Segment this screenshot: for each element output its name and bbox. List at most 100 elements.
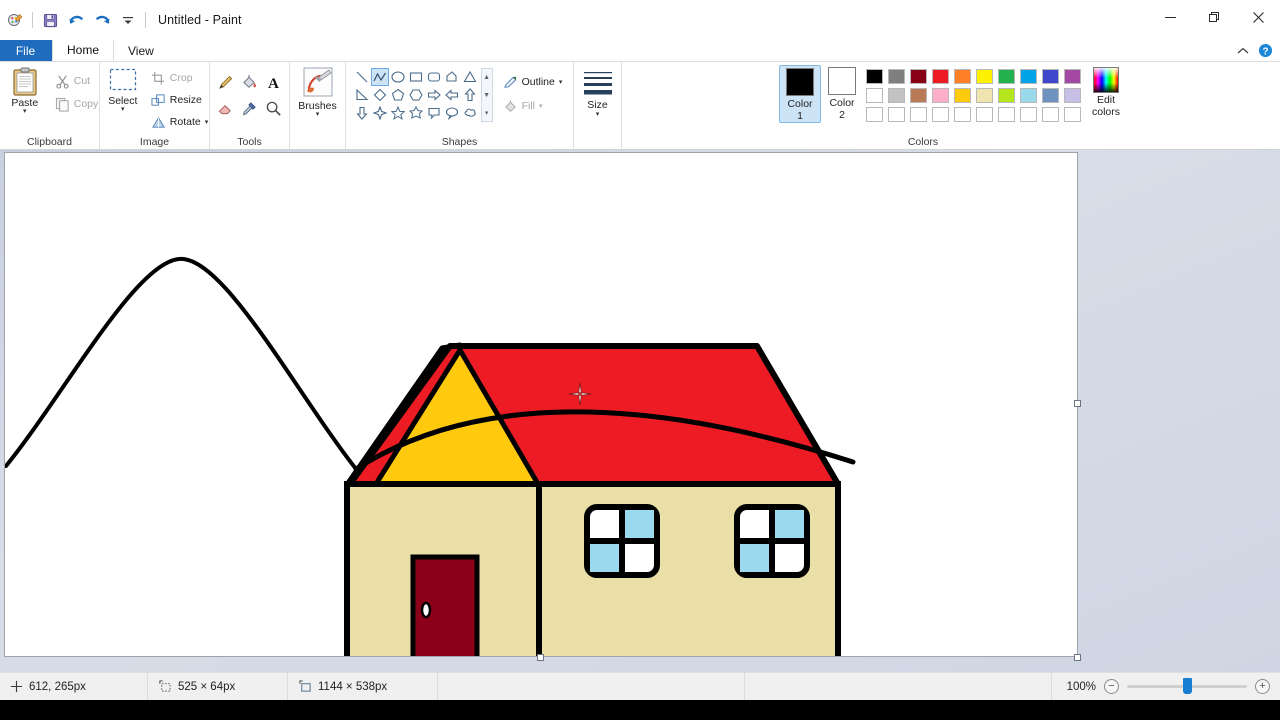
pencil-tool-icon[interactable] bbox=[215, 71, 237, 93]
color-swatch-r1-c4[interactable] bbox=[929, 67, 951, 86]
tab-home[interactable]: Home bbox=[52, 40, 115, 61]
color2-button[interactable]: Color 2 bbox=[821, 65, 863, 121]
shape-oval[interactable] bbox=[389, 68, 407, 86]
tab-file[interactable]: File bbox=[0, 40, 52, 61]
color1-button[interactable]: Color 1 bbox=[779, 65, 821, 123]
color-swatch-r1-c9[interactable] bbox=[1039, 67, 1061, 86]
shape-oval-callout[interactable] bbox=[443, 104, 461, 122]
canvas-drawing-surface[interactable] bbox=[5, 153, 1077, 656]
crop-button[interactable]: Crop bbox=[147, 68, 212, 88]
color-swatch-r2-c8[interactable] bbox=[1017, 86, 1039, 105]
outline-button[interactable]: Outline ▾ bbox=[499, 72, 567, 92]
size-caret-icon[interactable]: ▾ bbox=[596, 111, 600, 118]
color-swatch-r1-c10[interactable] bbox=[1061, 67, 1083, 86]
maximize-button[interactable] bbox=[1192, 0, 1236, 34]
color-swatch-r3-c10[interactable] bbox=[1061, 105, 1083, 124]
shapes-scroll-up-icon[interactable]: ▲ bbox=[482, 69, 492, 86]
minimize-button[interactable] bbox=[1148, 0, 1192, 34]
size-button[interactable]: Size ▾ bbox=[577, 65, 619, 118]
resize-button[interactable]: Resize bbox=[147, 90, 212, 110]
shape-polygon[interactable] bbox=[443, 68, 461, 86]
zoom-out-button[interactable]: − bbox=[1104, 679, 1119, 694]
color-swatch-r1-c3[interactable] bbox=[907, 67, 929, 86]
color-swatch-r1-c1[interactable] bbox=[863, 67, 885, 86]
close-button[interactable] bbox=[1236, 0, 1280, 34]
shape-diamond[interactable] bbox=[371, 86, 389, 104]
zoom-slider-thumb[interactable] bbox=[1183, 678, 1192, 694]
copy-button[interactable]: Copy bbox=[51, 94, 103, 114]
magnifier-tool-icon[interactable] bbox=[263, 97, 285, 119]
paint-app-icon[interactable] bbox=[2, 7, 28, 33]
brushes-caret-icon[interactable]: ▾ bbox=[316, 111, 320, 118]
shape-right-arrow[interactable] bbox=[425, 86, 443, 104]
shape-curve[interactable] bbox=[370, 68, 389, 86]
color-swatch-r3-c3[interactable] bbox=[907, 105, 929, 124]
customize-qat-icon[interactable] bbox=[115, 7, 141, 33]
shape-hexagon[interactable] bbox=[407, 86, 425, 104]
cut-button[interactable]: Cut bbox=[51, 71, 103, 91]
canvas-resize-handle-bottom[interactable] bbox=[537, 654, 544, 661]
shapes-gallery-expand-icon[interactable]: ▾ bbox=[482, 104, 492, 121]
shapes-gallery-scrollbar[interactable]: ▲ ▼ ▾ bbox=[480, 68, 493, 122]
paste-button[interactable]: Paste ▾ bbox=[1, 65, 49, 115]
fill-with-color-tool-icon[interactable] bbox=[239, 71, 261, 93]
color-swatch-r1-c2[interactable] bbox=[885, 67, 907, 86]
shape-pentagon[interactable] bbox=[389, 86, 407, 104]
color-swatch-r3-c2[interactable] bbox=[885, 105, 907, 124]
shape-line[interactable] bbox=[353, 68, 371, 86]
zoom-slider[interactable] bbox=[1127, 678, 1247, 694]
shape-left-arrow[interactable] bbox=[443, 86, 461, 104]
canvas-resize-handle-corner[interactable] bbox=[1074, 654, 1081, 661]
color-picker-tool-icon[interactable] bbox=[239, 97, 261, 119]
save-icon[interactable] bbox=[37, 7, 63, 33]
rotate-button[interactable]: Rotate ▾ bbox=[147, 112, 212, 132]
color-swatch-r1-c6[interactable] bbox=[973, 67, 995, 86]
help-icon[interactable]: ? bbox=[1256, 42, 1274, 60]
color-swatch-r1-c5[interactable] bbox=[951, 67, 973, 86]
undo-icon[interactable] bbox=[63, 7, 89, 33]
color-swatch-r3-c6[interactable] bbox=[973, 105, 995, 124]
color-swatch-r3-c8[interactable] bbox=[1017, 105, 1039, 124]
drawing-canvas[interactable] bbox=[4, 152, 1078, 657]
shape-rounded-callout[interactable] bbox=[425, 104, 443, 122]
color-swatch-r2-c6[interactable] bbox=[973, 86, 995, 105]
shape-rectangle[interactable] bbox=[407, 68, 425, 86]
color-swatch-r2-c7[interactable] bbox=[995, 86, 1017, 105]
color-swatch-r2-c1[interactable] bbox=[863, 86, 885, 105]
color-swatch-r3-c9[interactable] bbox=[1039, 105, 1061, 124]
color-swatch-r2-c10[interactable] bbox=[1061, 86, 1083, 105]
color-swatch-r3-c4[interactable] bbox=[929, 105, 951, 124]
shape-down-arrow[interactable] bbox=[353, 104, 371, 122]
edit-colors-button[interactable]: Edit colors bbox=[1083, 65, 1129, 118]
canvas-work-area[interactable] bbox=[0, 150, 1280, 672]
color-swatch-r1-c7[interactable] bbox=[995, 67, 1017, 86]
eraser-tool-icon[interactable] bbox=[215, 97, 237, 119]
collapse-ribbon-icon[interactable] bbox=[1234, 42, 1252, 60]
shape-four-point-star[interactable] bbox=[371, 104, 389, 122]
select-button[interactable]: Select ▾ bbox=[99, 65, 147, 113]
fill-button[interactable]: Fill ▾ bbox=[499, 96, 567, 116]
shape-rounded-rectangle[interactable] bbox=[425, 68, 443, 86]
color-swatch-r3-c1[interactable] bbox=[863, 105, 885, 124]
color-swatch-r1-c8[interactable] bbox=[1017, 67, 1039, 86]
shape-triangle[interactable] bbox=[461, 68, 479, 86]
color-swatch-r2-c5[interactable] bbox=[951, 86, 973, 105]
color-swatch-r2-c3[interactable] bbox=[907, 86, 929, 105]
redo-icon[interactable] bbox=[89, 7, 115, 33]
shape-up-arrow[interactable] bbox=[461, 86, 479, 104]
shapes-scroll-down-icon[interactable]: ▼ bbox=[482, 87, 492, 104]
text-tool-icon[interactable]: A bbox=[263, 71, 285, 93]
shape-cloud-callout[interactable] bbox=[461, 104, 479, 122]
color-swatch-r3-c5[interactable] bbox=[951, 105, 973, 124]
shape-five-point-star[interactable] bbox=[389, 104, 407, 122]
canvas-resize-handle-right[interactable] bbox=[1074, 400, 1081, 407]
color-swatch-r2-c4[interactable] bbox=[929, 86, 951, 105]
tab-view[interactable]: View bbox=[114, 40, 169, 61]
paste-caret-icon[interactable]: ▾ bbox=[23, 108, 27, 115]
color-swatch-r2-c2[interactable] bbox=[885, 86, 907, 105]
shape-right-triangle[interactable] bbox=[353, 86, 371, 104]
zoom-in-button[interactable]: + bbox=[1255, 679, 1270, 694]
color-swatch-r2-c9[interactable] bbox=[1039, 86, 1061, 105]
brushes-button[interactable]: Brushes ▾ bbox=[292, 65, 344, 118]
select-caret-icon[interactable]: ▾ bbox=[121, 106, 125, 113]
